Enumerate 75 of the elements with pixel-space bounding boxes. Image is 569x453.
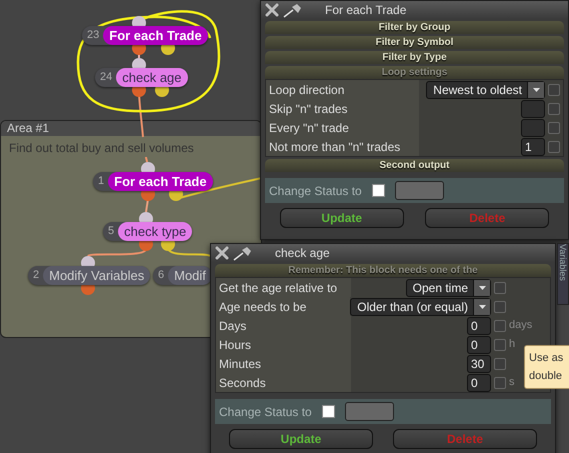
status-field[interactable] [344,402,394,421]
dropdown[interactable]: Open time [406,278,491,296]
block-node[interactable]: check age [116,68,188,87]
tooltip-text: double [529,369,564,384]
setting-label: Not more than "n" trades [266,137,419,156]
number-field[interactable] [521,118,545,136]
section-header[interactable]: Second output [265,159,564,172]
caret-icon [532,88,540,92]
setting-label: Skip "n" trades [266,99,419,118]
number-field[interactable] [521,100,545,118]
window-title: For each Trade [325,2,406,19]
number-field[interactable]: 1 [521,138,545,156]
setting-label: Days [216,316,351,335]
caret-icon [478,286,486,290]
status-label: Change Status to [219,404,312,420]
setting-label: Seconds [216,373,351,392]
node-number: 2 [33,268,40,284]
connector-wire [145,156,148,162]
checkbox[interactable] [548,102,560,114]
update-button[interactable]: Update [280,208,404,228]
number-field[interactable]: 0 [467,374,491,392]
setting-label: Age needs to be [216,297,350,316]
area-description: Find out total buy and sell volumes [9,141,194,155]
setting-label: Get the age relative to [216,278,351,297]
unit-label: days [509,319,532,332]
node-number: 23 [87,28,100,44]
unit-label: h [509,338,516,350]
setting-label: Loop direction [266,80,419,99]
pin-icon[interactable] [233,245,253,261]
section-header[interactable]: Filter by Symbol [265,36,564,49]
side-tab[interactable]: Variables [558,244,568,304]
checkbox[interactable] [548,84,560,96]
setting-label: Hours [216,335,351,354]
checkbox[interactable] [322,405,335,418]
status-field[interactable] [394,181,444,200]
node-number: 6 [158,268,166,284]
checkbox[interactable] [494,300,506,312]
dropdown[interactable]: Older than (or equal) [350,298,491,316]
setting-label: Every "n" trade [266,118,419,137]
node-number: 1 [98,174,106,190]
connector-wire [167,248,210,257]
update-button[interactable]: Update [229,429,373,449]
window-title: check age [275,245,330,262]
tooltip-text: Use as [529,351,564,366]
status-label: Change Status to [269,182,362,200]
setting-label: Minutes [216,354,351,373]
block-node[interactable]: For each Trade [108,172,213,191]
close-icon[interactable] [265,3,279,17]
area-title: Area #1 [1,121,261,136]
number-field[interactable]: 30 [467,354,491,372]
checkbox[interactable] [494,320,506,332]
section-header[interactable]: Filter by Group [265,21,564,34]
pin-icon[interactable] [283,2,303,18]
block-node[interactable]: Modify Variables [43,266,150,285]
checkbox[interactable] [494,358,506,370]
checkbox[interactable] [494,338,506,350]
number-field[interactable]: 0 [467,336,491,354]
caret-icon [478,304,486,308]
checkbox[interactable] [548,122,560,134]
checkbox[interactable] [548,140,560,152]
connector-wire [88,248,147,257]
unit-label: s [509,376,514,388]
block-node[interactable]: check type [118,222,192,241]
section-header[interactable]: Filter by Type [265,51,564,64]
checkbox[interactable] [494,376,506,388]
checkbox[interactable] [372,184,385,197]
number-field[interactable]: 0 [467,316,491,334]
dropdown[interactable]: Newest to oldest [426,80,545,98]
block-node[interactable]: For each Trade [103,26,208,45]
node-number: 24 [100,70,114,86]
checkbox[interactable] [494,282,506,294]
block-node[interactable]: Modif [168,266,212,285]
close-icon[interactable] [215,246,229,260]
node-number: 5 [108,224,116,240]
connector-wire [145,198,149,212]
